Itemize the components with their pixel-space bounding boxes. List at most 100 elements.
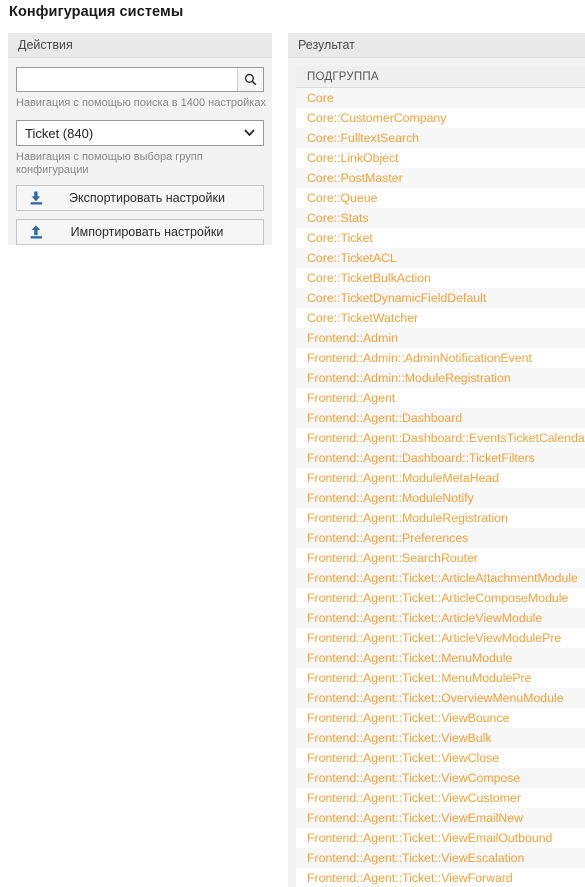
table-row[interactable]: Frontend::Agent::Ticket::ArticleComposeM… <box>296 588 585 608</box>
table-row[interactable]: Frontend::Agent::Ticket::ViewCustomer <box>296 788 585 808</box>
subgroup-link[interactable]: Core::FulltextSearch <box>307 131 419 145</box>
table-row[interactable]: Core::LinkObject <box>296 148 585 168</box>
subgroup-link[interactable]: Frontend::Agent::Ticket::MenuModulePre <box>307 671 531 685</box>
group-select[interactable]: Ticket (840) <box>16 120 264 146</box>
table-row[interactable]: Frontend::Agent::Ticket::ViewEmailOutbou… <box>296 828 585 848</box>
table-row[interactable]: Frontend::Agent::Ticket::OverviewMenuMod… <box>296 688 585 708</box>
table-row[interactable]: Frontend::Admin::AdminNotificationEvent <box>296 348 585 368</box>
subgroup-link[interactable]: Frontend::Agent::Ticket::ArticleAttachme… <box>307 571 578 585</box>
search-button[interactable] <box>237 68 263 91</box>
subgroup-link[interactable]: Frontend::Agent::Ticket::ViewEmailOutbou… <box>307 831 552 845</box>
subgroup-link[interactable]: Frontend::Agent::Ticket::MenuModule <box>307 651 512 665</box>
subgroup-link[interactable]: Frontend::Agent::Ticket::ViewCompose <box>307 771 520 785</box>
table-row[interactable]: Frontend::Admin <box>296 328 585 348</box>
subgroup-link[interactable]: Frontend::Agent::Dashboard::TicketFilter… <box>307 451 535 465</box>
actions-panel-body: Навигация с помощью поиска в 1400 настро… <box>8 58 272 255</box>
table-row[interactable]: Core::TicketBulkAction <box>296 268 585 288</box>
table-row[interactable]: Core::TicketDynamicFieldDefault <box>296 288 585 308</box>
subgroup-link[interactable]: Frontend::Agent::SearchRouter <box>307 551 478 565</box>
subgroup-link[interactable]: Frontend::Agent::Ticket::ArticleViewModu… <box>307 611 542 625</box>
subgroup-link[interactable]: Core::TicketDynamicFieldDefault <box>307 291 486 305</box>
table-row[interactable]: Core::CustomerCompany <box>296 108 585 128</box>
subgroup-link[interactable]: Frontend::Agent::Ticket::ViewEmailNew <box>307 811 523 825</box>
table-row[interactable]: Frontend::Agent::Ticket::MenuModulePre <box>296 668 585 688</box>
actions-panel-header: Действия <box>8 33 272 58</box>
subgroup-link[interactable]: Frontend::Agent::Ticket::ViewCustomer <box>307 791 521 805</box>
table-row[interactable]: Frontend::Agent::Ticket::ViewClose <box>296 748 585 768</box>
subgroup-link[interactable]: Frontend::Agent::Ticket::ViewForward <box>307 871 513 885</box>
subgroup-link[interactable]: Core::TicketBulkAction <box>307 271 431 285</box>
subgroup-link[interactable]: Frontend::Agent::ModuleMetaHead <box>307 471 499 485</box>
table-row[interactable]: Frontend::Agent::Ticket::ArticleViewModu… <box>296 628 585 648</box>
table-row[interactable]: Frontend::Admin::ModuleRegistration <box>296 368 585 388</box>
table-row[interactable]: Frontend::Agent::ModuleRegistration <box>296 508 585 528</box>
subgroup-link[interactable]: Frontend::Agent::Ticket::ViewClose <box>307 751 499 765</box>
download-icon <box>29 190 46 207</box>
subgroup-link[interactable]: Frontend::Agent::Ticket::OverviewMenuMod… <box>307 691 564 705</box>
actions-panel-title: Действия <box>18 38 73 52</box>
subgroup-link[interactable]: Frontend::Admin::AdminNotificationEvent <box>307 351 532 365</box>
table-row[interactable]: Frontend::Agent::Ticket::ViewForward <box>296 868 585 887</box>
table-row[interactable]: Core::Queue <box>296 188 585 208</box>
import-settings-button[interactable]: Импортировать настройки <box>16 219 264 245</box>
result-panel-title: Результат <box>298 38 355 52</box>
subgroup-column-header: ПОДГРУППА <box>296 66 585 88</box>
table-row[interactable]: Frontend::Agent::Preferences <box>296 528 585 548</box>
search-icon <box>244 73 257 86</box>
export-settings-button[interactable]: Экспортировать настройки <box>16 185 264 211</box>
subgroup-link[interactable]: Frontend::Agent::Ticket::ViewBulk <box>307 731 492 745</box>
subgroup-table: ПОДГРУППА CoreCore::CustomerCompanyCore:… <box>296 66 585 887</box>
subgroup-link[interactable]: Frontend::Agent::Dashboard <box>307 411 462 425</box>
subgroup-list: CoreCore::CustomerCompanyCore::FulltextS… <box>296 88 585 887</box>
table-row[interactable]: Frontend::Agent::Ticket::ViewEscalation <box>296 848 585 868</box>
table-row[interactable]: Frontend::Agent::SearchRouter <box>296 548 585 568</box>
subgroup-link[interactable]: Core::LinkObject <box>307 151 399 165</box>
subgroup-link[interactable]: Frontend::Agent::Ticket::ViewBounce <box>307 711 509 725</box>
subgroup-link[interactable]: Frontend::Agent::ModuleNotify <box>307 491 474 505</box>
table-row[interactable]: Core::PostMaster <box>296 168 585 188</box>
subgroup-link[interactable]: Frontend::Agent::Ticket::ArticleComposeM… <box>307 591 568 605</box>
table-row[interactable]: Frontend::Agent::ModuleMetaHead <box>296 468 585 488</box>
subgroup-link[interactable]: Frontend::Agent::Ticket::ArticleViewModu… <box>307 631 561 645</box>
subgroup-link[interactable]: Frontend::Agent <box>307 391 395 405</box>
subgroup-link[interactable]: Core::TicketWatcher <box>307 311 418 325</box>
table-row[interactable]: Frontend::Agent::Dashboard::EventsTicket… <box>296 428 585 448</box>
search-hint: Навигация с помощью поиска в 1400 настро… <box>16 97 266 109</box>
subgroup-link[interactable]: Frontend::Admin::ModuleRegistration <box>307 371 511 385</box>
table-row[interactable]: Frontend::Agent::Dashboard <box>296 408 585 428</box>
table-row[interactable]: Frontend::Agent::Ticket::ViewCompose <box>296 768 585 788</box>
table-row[interactable]: Frontend::Agent::Ticket::ArticleAttachme… <box>296 568 585 588</box>
table-row[interactable]: Core::Stats <box>296 208 585 228</box>
table-row[interactable]: Frontend::Agent::Ticket::MenuModule <box>296 648 585 668</box>
table-row[interactable]: Core <box>296 88 585 108</box>
search-input[interactable] <box>17 68 237 91</box>
search-row <box>16 67 264 92</box>
table-row[interactable]: Frontend::Agent::ModuleNotify <box>296 488 585 508</box>
subgroup-link[interactable]: Core::Stats <box>307 211 369 225</box>
subgroup-link[interactable]: Frontend::Admin <box>307 331 398 345</box>
export-settings-label: Экспортировать настройки <box>69 191 225 205</box>
table-row[interactable]: Core::Ticket <box>296 228 585 248</box>
table-row[interactable]: Frontend::Agent::Ticket::ViewBulk <box>296 728 585 748</box>
table-row[interactable]: Frontend::Agent::Ticket::ArticleViewModu… <box>296 608 585 628</box>
subgroup-link[interactable]: Frontend::Agent::Ticket::ViewEscalation <box>307 851 524 865</box>
table-row[interactable]: Core::TicketWatcher <box>296 308 585 328</box>
subgroup-link[interactable]: Frontend::Agent::ModuleRegistration <box>307 511 508 525</box>
table-row[interactable]: Frontend::Agent::Ticket::ViewEmailNew <box>296 808 585 828</box>
subgroup-link[interactable]: Core::PostMaster <box>307 171 403 185</box>
result-panel-header: Результат <box>288 33 585 58</box>
subgroup-link[interactable]: Core <box>307 91 334 105</box>
group-select-wrapper: Ticket (840) <box>16 120 264 146</box>
subgroup-link[interactable]: Frontend::Agent::Preferences <box>307 531 468 545</box>
table-row[interactable]: Frontend::Agent::Ticket::ViewBounce <box>296 708 585 728</box>
subgroup-link[interactable]: Core::Queue <box>307 191 377 205</box>
subgroup-link[interactable]: Core::CustomerCompany <box>307 111 446 125</box>
table-row[interactable]: Core::TicketACL <box>296 248 585 268</box>
subgroup-link[interactable]: Frontend::Agent::Dashboard::EventsTicket… <box>307 431 585 445</box>
table-row[interactable]: Frontend::Agent <box>296 388 585 408</box>
table-row[interactable]: Frontend::Agent::Dashboard::TicketFilter… <box>296 448 585 468</box>
subgroup-link[interactable]: Core::Ticket <box>307 231 373 245</box>
table-row[interactable]: Core::FulltextSearch <box>296 128 585 148</box>
subgroup-link[interactable]: Core::TicketACL <box>307 251 397 265</box>
upload-icon <box>29 224 46 241</box>
